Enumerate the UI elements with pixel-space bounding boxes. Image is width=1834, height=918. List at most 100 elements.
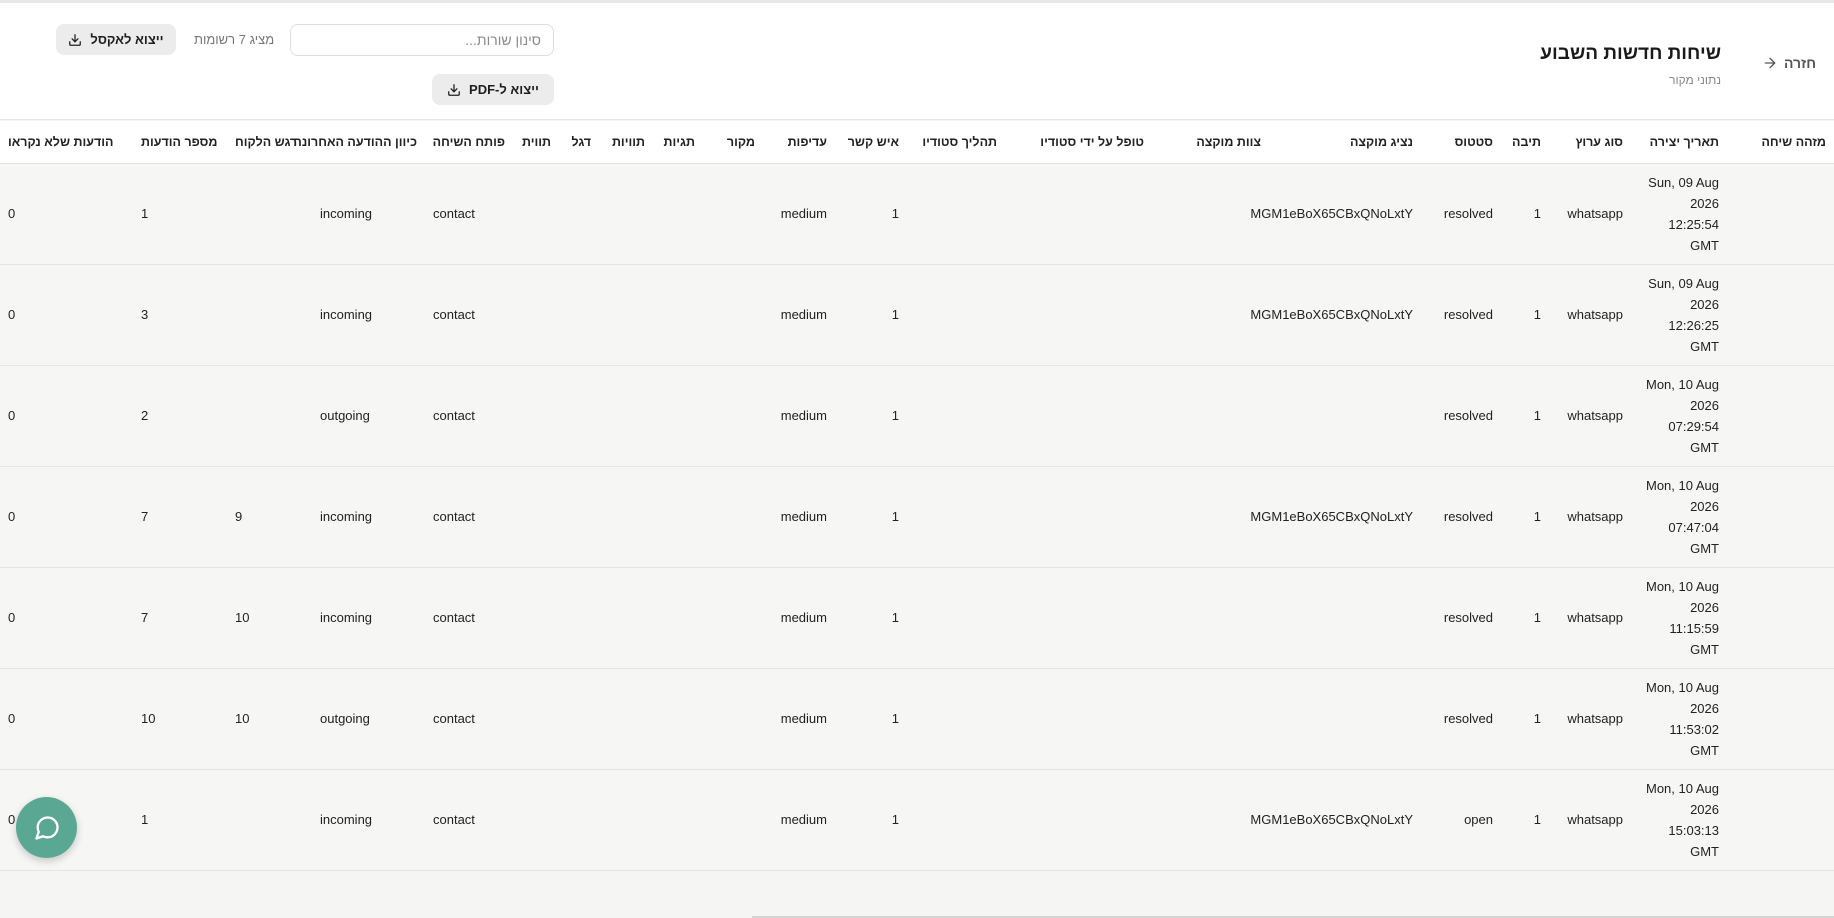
cell-assigned-team <box>1152 668 1269 770</box>
cell-studio-flow <box>907 264 1005 366</box>
search-input[interactable] <box>290 24 554 56</box>
cell-unread-messages: 0 <box>0 567 133 669</box>
cell-labels <box>599 466 653 568</box>
cell-customer-sentiment: 9 <box>227 466 312 568</box>
cell-assigned-agent: MGM1eBoX65CBxQNoLxtY <box>1250 769 1421 871</box>
cell-studio-flow <box>907 567 1005 669</box>
table-row[interactable]: Sun, 09 Aug 2026 12:25:54 GMT whatsapp 1 re… <box>0 163 1834 265</box>
back-link[interactable]: חזרה <box>1762 55 1816 71</box>
column-header-source[interactable]: מקור <box>703 121 763 164</box>
column-header-conversation-id[interactable]: מזהה שיחה <box>1727 121 1834 164</box>
cell-customer-sentiment <box>227 769 312 871</box>
cell-studio-flow <box>907 466 1005 568</box>
cell-label <box>513 264 559 366</box>
column-header-created-date[interactable]: תאריך יצירה <box>1631 121 1727 164</box>
cell-conversation-opener: contact <box>425 264 513 366</box>
cell-last-message-direction: incoming <box>312 466 425 568</box>
cell-priority: medium <box>763 264 835 366</box>
cell-source <box>703 567 763 669</box>
cell-status: resolved <box>1421 466 1501 568</box>
column-header-conversation-opener[interactable]: פותח השיחה <box>425 121 513 164</box>
cell-priority: medium <box>763 163 835 265</box>
cell-created-date: Sun, 09 Aug 2026 12:26:25 GMT <box>1631 264 1727 366</box>
column-header-handled-by-studio[interactable]: טופל על ידי סטודיו <box>1005 121 1152 164</box>
cell-contact: 1 <box>835 567 907 669</box>
record-count: מציג 7 רשומות <box>194 32 275 47</box>
cell-inbox: 1 <box>1501 668 1549 770</box>
column-header-channel-type[interactable]: סוג ערוץ <box>1549 121 1631 164</box>
cell-customer-sentiment <box>227 365 312 467</box>
table-row[interactable]: Mon, 10 Aug 2026 07:47:04 GMT whatsapp 1 re… <box>0 466 1834 568</box>
download-icon <box>69 33 82 46</box>
cell-contact: 1 <box>835 163 907 265</box>
cell-channel-type: whatsapp <box>1549 769 1631 871</box>
cell-last-message-direction: incoming <box>312 769 425 871</box>
table-row[interactable]: Mon, 10 Aug 2026 07:29:54 GMT whatsapp 1 re… <box>0 365 1834 467</box>
cell-label <box>513 466 559 568</box>
cell-conversation-opener: contact <box>425 163 513 265</box>
cell-label <box>513 668 559 770</box>
column-header-status[interactable]: סטטוס <box>1421 121 1501 164</box>
cell-tags <box>653 264 703 366</box>
table-row[interactable]: Mon, 10 Aug 2026 15:03:13 GMT whatsapp 1 op… <box>0 769 1834 871</box>
data-table-container[interactable]: מזהה שיחה תאריך יצירה סוג ערוץ תיבה סטטוס נצי… <box>0 121 1834 918</box>
column-header-labels[interactable]: תוויות <box>599 121 653 164</box>
table-row[interactable]: Sun, 09 Aug 2026 12:26:25 GMT whatsapp 1 re… <box>0 264 1834 366</box>
export-pdf-label: ייצוא ל-PDF <box>469 82 539 97</box>
cell-label <box>513 365 559 467</box>
cell-created-date: Mon, 10 Aug 2026 07:47:04 GMT <box>1631 466 1727 568</box>
cell-assigned-team <box>1152 365 1269 467</box>
column-header-label[interactable]: תווית <box>513 121 559 164</box>
cell-tags <box>653 163 703 265</box>
column-header-contact[interactable]: איש קשר <box>835 121 907 164</box>
cell-labels <box>599 567 653 669</box>
cell-handled-by-studio <box>1005 466 1152 568</box>
column-header-unread-messages[interactable]: הודעות שלא נקראו <box>0 121 133 164</box>
table-row[interactable]: Mon, 10 Aug 2026 11:15:59 GMT whatsapp 1 re… <box>0 567 1834 669</box>
cell-channel-type: whatsapp <box>1549 668 1631 770</box>
cell-status: resolved <box>1421 264 1501 366</box>
cell-conversation-opener: contact <box>425 567 513 669</box>
cell-assigned-team <box>1152 567 1269 669</box>
export-pdf-button[interactable]: ייצוא ל-PDF <box>432 74 554 105</box>
cell-unread-messages: 0 <box>0 163 133 265</box>
export-excel-button[interactable]: ייצוא לאקסל <box>56 24 176 55</box>
cell-label <box>513 163 559 265</box>
cell-labels <box>599 668 653 770</box>
cell-flag <box>559 466 599 568</box>
cell-handled-by-studio <box>1005 769 1152 871</box>
chat-button[interactable] <box>16 797 77 858</box>
column-header-last-message-direction[interactable]: כיוון ההודעה האחרונה <box>293 121 425 164</box>
cell-message-count: 7 <box>133 466 227 568</box>
cell-source <box>703 264 763 366</box>
cell-customer-sentiment <box>227 264 312 366</box>
cell-created-date: Mon, 10 Aug 2026 11:53:02 GMT <box>1631 668 1727 770</box>
cell-status: resolved <box>1421 567 1501 669</box>
cell-last-message-direction: incoming <box>312 163 425 265</box>
cell-created-date: Mon, 10 Aug 2026 07:29:54 GMT <box>1631 365 1727 467</box>
cell-assigned-agent <box>1269 668 1421 770</box>
column-header-flag[interactable]: דגל <box>559 121 599 164</box>
cell-handled-by-studio <box>1005 567 1152 669</box>
cell-studio-flow <box>907 163 1005 265</box>
table-row[interactable]: Mon, 10 Aug 2026 11:53:02 GMT whatsapp 1 re… <box>0 668 1834 770</box>
cell-conversation-id <box>1727 769 1834 871</box>
column-header-tags[interactable]: תגיות <box>653 121 703 164</box>
column-header-priority[interactable]: עדיפות <box>763 121 835 164</box>
cell-priority: medium <box>763 567 835 669</box>
cell-conversation-id <box>1727 365 1834 467</box>
column-header-inbox[interactable]: תיבה <box>1501 121 1549 164</box>
cell-inbox: 1 <box>1501 163 1549 265</box>
page-subtitle: נתוני מקור <box>1669 73 1721 87</box>
column-header-assigned-team[interactable]: צוות מוקצה <box>1152 121 1269 164</box>
cell-flag <box>559 769 599 871</box>
cell-tags <box>653 769 703 871</box>
cell-flag <box>559 668 599 770</box>
cell-channel-type: whatsapp <box>1549 567 1631 669</box>
title-block: שיחות חדשות השבוע נתוני מקור <box>1540 43 1721 87</box>
column-header-studio-flow[interactable]: תהליך סטודיו <box>907 121 1005 164</box>
cell-created-date: Mon, 10 Aug 2026 11:15:59 GMT <box>1631 567 1727 669</box>
cell-message-count: 1 <box>133 769 227 871</box>
column-header-message-count[interactable]: מספר הודעות <box>133 121 227 164</box>
column-header-assigned-agent[interactable]: נציג מוקצה <box>1269 121 1421 164</box>
